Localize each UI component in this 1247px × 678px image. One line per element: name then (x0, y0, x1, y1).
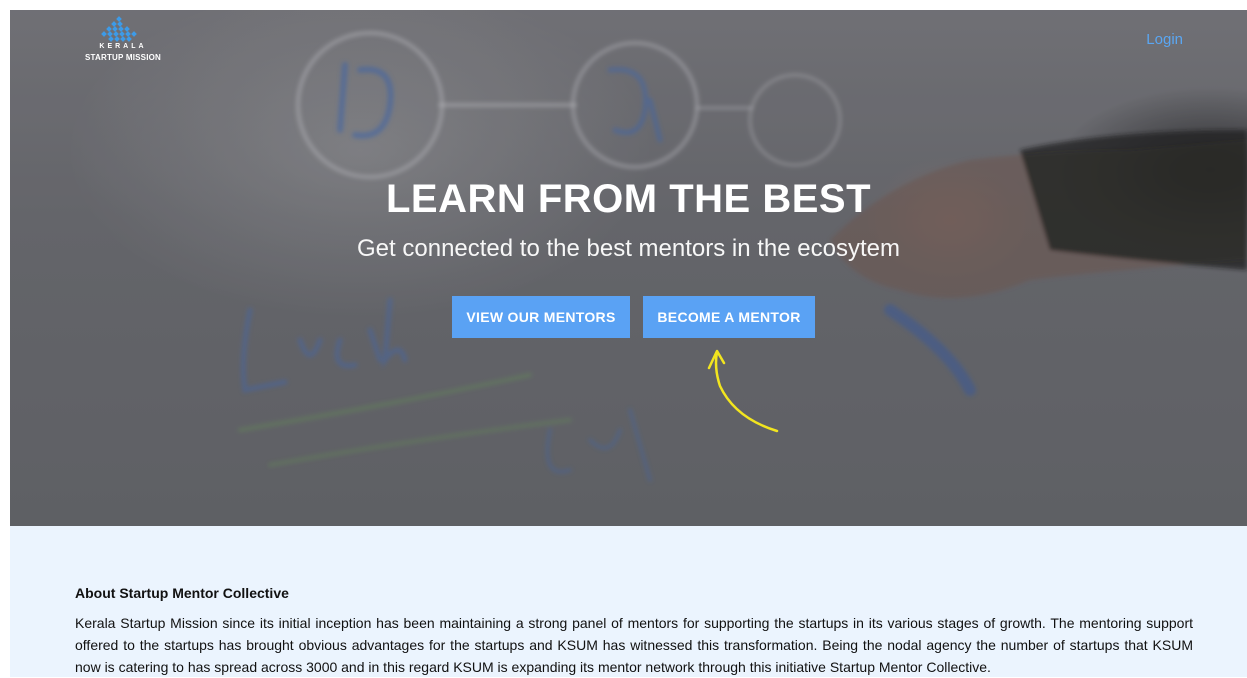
about-section: About Startup Mentor Collective Kerala S… (10, 526, 1247, 677)
about-body: Kerala Startup Mission since its initial… (75, 615, 1193, 675)
hero-subtitle: Get connected to the best mentors in the… (357, 235, 900, 262)
about-title: About Startup Mentor Collective (75, 585, 289, 601)
logo-text-kerala: KERALA (99, 43, 147, 50)
hero-overlay (10, 10, 1247, 526)
hand-drawn-arrow-icon (707, 349, 779, 433)
become-mentor-button[interactable]: BECOME A MENTOR (643, 296, 815, 338)
logo-text-startup-mission: STARTUP MISSION (84, 53, 162, 62)
hero-title: LEARN FROM THE BEST (385, 177, 872, 221)
hero-section: KERALA STARTUP MISSION Login LEARN FROM … (10, 10, 1247, 526)
ksum-logo-icon (101, 16, 137, 42)
login-link[interactable]: Login (1146, 31, 1183, 48)
view-mentors-button[interactable]: VIEW OUR MENTORS (452, 296, 630, 338)
ksum-logo[interactable]: KERALA STARTUP MISSION (77, 16, 169, 66)
